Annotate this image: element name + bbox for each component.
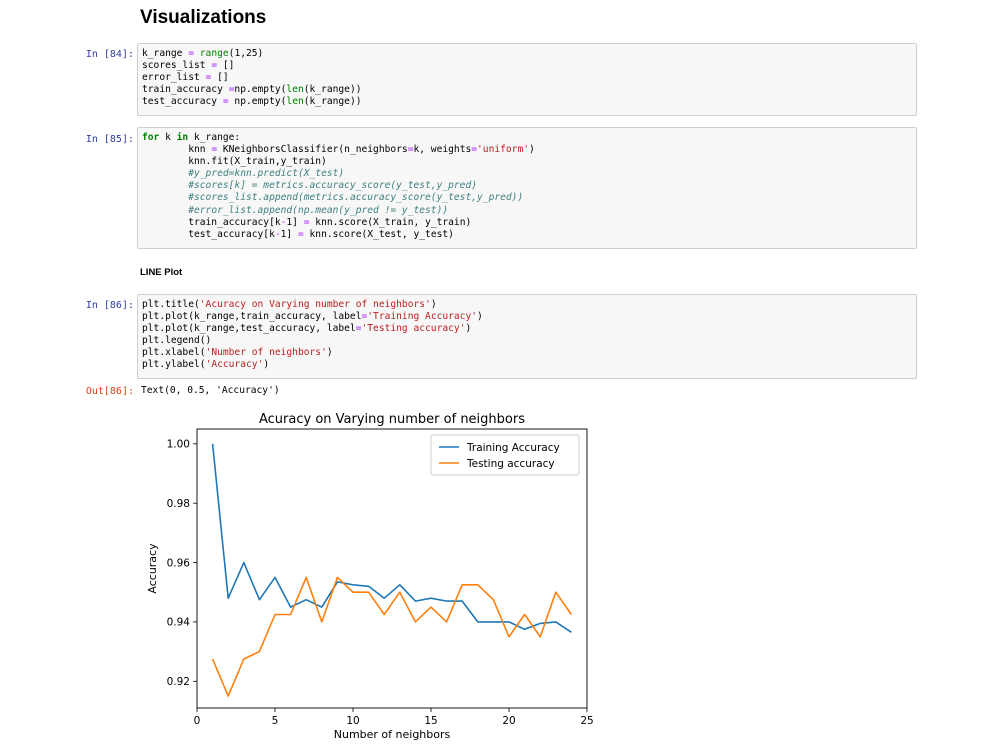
code-cell-84[interactable]: k_range = range(1,25) scores_list = [] err… [137,43,917,116]
y-tick-label: 0.96 [167,557,191,569]
code-line: train_accuracy =np.empty(len(k_range)) [142,84,362,96]
code-line: plt.legend() [142,335,212,347]
code-line: plt.ylabel('Accuracy') [142,359,270,371]
cell-prompt-85: In [85]: [85,134,134,145]
y-tick-label: 0.98 [167,498,190,510]
code-line: train_accuracy[k-1] = knn.score(X_train,… [142,216,472,228]
x-tick-label: 0 [194,715,201,727]
y-tick-label: 0.94 [167,617,191,629]
code-line: #scores_list.append(metrics.accuracy_sco… [188,192,524,204]
chart-title: Acuracy on Varying number of neighbors [259,412,525,427]
code-line: scores_list = [] [142,60,235,72]
cell-prompt-84: In [84]: [85,49,134,60]
code-line: plt.plot(k_range,train_accuracy, label='… [142,311,483,323]
x-tick-label: 15 [424,715,437,727]
markdown-label: LINE Plot [140,267,183,278]
output-text: Text(0, 0.5, 'Accuracy') [141,385,280,396]
code-line: #scores[k] = metrics.accuracy_score(y_te… [188,180,478,192]
x-tick-label: 5 [272,715,279,727]
code-line: plt.xlabel('Number of neighbors') [142,347,333,359]
code-line: #error_list.append(np.mean(y_pred != y_t… [188,204,449,216]
y-tick-label: 1.00 [167,439,190,451]
code-cell-85[interactable]: for k in k_range: knn = KNeighborsClassi… [137,127,917,249]
code-editor[interactable]: plt.title('Acuracy on Varying number of … [138,295,916,372]
y-axis-label: Accuracy [146,543,159,594]
legend-label: Training Accuracy [466,442,560,454]
code-line: for k in k_range: [142,132,241,143]
code-line: test_accuracy[k-1] = knn.score(X_test, y… [142,228,454,240]
x-axis-label: Number of neighbors [334,728,451,741]
code-editor[interactable]: for k in k_range: knn = KNeighborsClassi… [138,128,916,241]
x-tick-label: 10 [346,715,359,727]
code-line: k_range = range(1,25) [142,48,264,59]
code-line: #y_pred=knn.predict(X_test) [188,168,345,180]
cell-prompt-86: In [86]: [85,300,134,311]
code-cell-86[interactable]: plt.title('Acuracy on Varying number of … [137,294,917,379]
code-line: error_list = [] [142,72,229,84]
line-chart: Acuracy on Varying number of neighbors 0 5… [146,412,594,741]
x-tick-label: 20 [502,715,515,727]
series-line-testing [211,576,573,697]
x-tick-label: 25 [580,715,593,727]
output-prompt-86: Out[86]: [85,386,134,397]
y-tick-label: 0.92 [167,676,190,688]
code-line: knn.fit(X_train,y_train) [142,156,327,168]
section-heading: Visualizations [140,7,267,28]
code-line: test_accuracy = np.empty(len(k_range)) [142,96,362,108]
code-line: knn = KNeighborsClassifier(n_neighbors=k… [142,144,535,156]
legend-label: Testing accuracy [466,458,555,470]
code-line: plt.title('Acuracy on Varying number of … [142,299,437,310]
code-line: plt.plot(k_range,test_accuracy, label='T… [142,323,472,335]
code-editor[interactable]: k_range = range(1,25) scores_list = [] err… [138,44,916,108]
